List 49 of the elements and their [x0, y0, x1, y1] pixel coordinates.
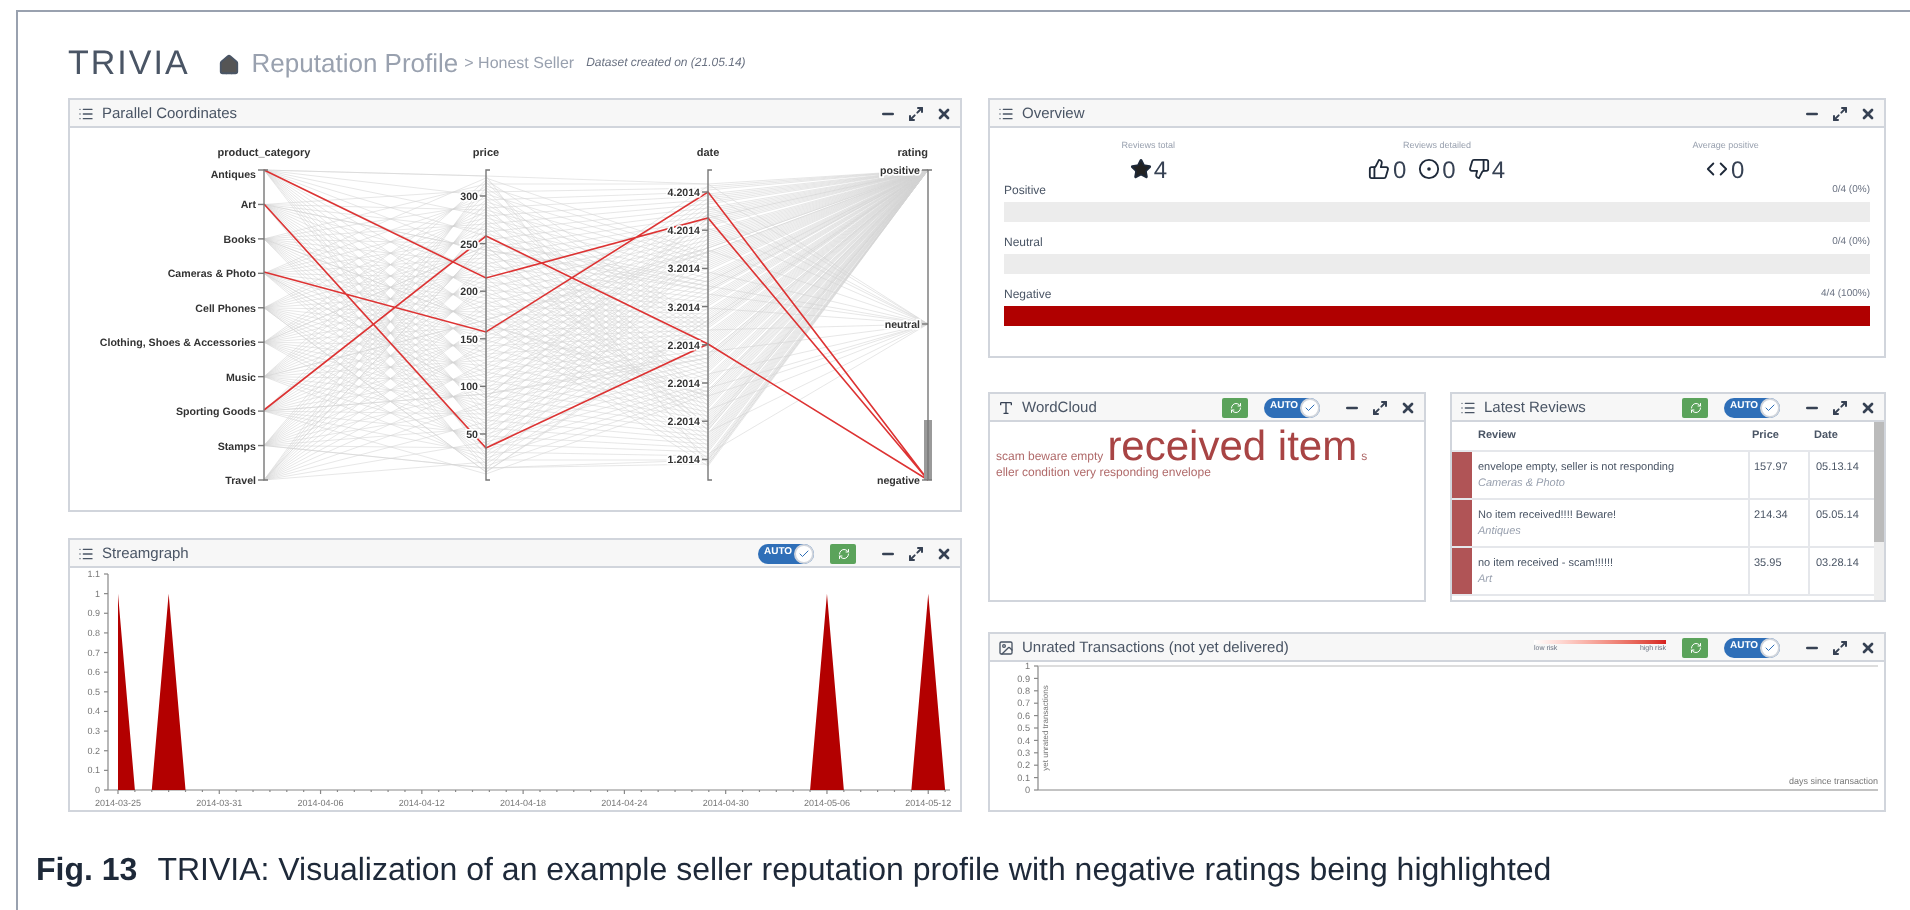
target-icon [1418, 158, 1441, 181]
check-icon [1764, 401, 1776, 413]
refresh-button[interactable] [1682, 397, 1708, 417]
list-icon [78, 105, 94, 121]
close-button[interactable] [1400, 399, 1416, 415]
home-icon[interactable] [217, 53, 240, 75]
check-icon [1764, 641, 1776, 653]
y-axis [1033, 665, 1039, 791]
expand-button[interactable] [908, 545, 924, 561]
stat-value: 0 [1392, 157, 1407, 182]
refresh-icon [1229, 401, 1241, 413]
star-icon [1129, 158, 1152, 181]
list-icon [1460, 399, 1476, 415]
refresh-button[interactable] [830, 543, 856, 563]
expand-button[interactable] [1832, 105, 1848, 121]
breadcrumb: > Honest Seller [464, 52, 575, 76]
text-icon [998, 399, 1014, 415]
close-button[interactable] [1860, 105, 1876, 121]
stat-value: 4 [1491, 157, 1506, 182]
expand-button[interactable] [1832, 639, 1848, 655]
stat-value: 0 [1730, 157, 1745, 182]
check-icon [798, 547, 810, 559]
code-icon [1706, 158, 1729, 181]
refresh-icon [1689, 641, 1701, 653]
cloud-word: received item [1107, 426, 1358, 468]
close-button[interactable] [936, 545, 952, 561]
figure-label: Fig. 13 [36, 852, 138, 892]
list-icon [998, 105, 1014, 121]
page-title: Reputation Profile [251, 46, 459, 83]
image-icon [998, 639, 1014, 655]
scrollbar-thumb[interactable] [1874, 422, 1884, 542]
thumbs-up-icon [1368, 158, 1391, 181]
check-icon [1304, 401, 1316, 413]
figure-caption: TRIVIA: Visualization of an example seller reputation profile with negative ratings being highlighted [157, 852, 1552, 892]
list-icon [78, 545, 94, 561]
refresh-icon [1689, 401, 1701, 413]
close-button[interactable] [1860, 639, 1876, 655]
expand-button[interactable] [908, 105, 924, 121]
close-button[interactable] [1860, 399, 1876, 415]
stat-value: 4 [1153, 157, 1167, 182]
refresh-button[interactable] [1222, 397, 1248, 417]
refresh-button[interactable] [1682, 637, 1708, 657]
close-button[interactable] [936, 105, 952, 121]
thumbs-down-icon [1467, 158, 1490, 181]
stat-value: 0 [1442, 157, 1456, 182]
expand-button[interactable] [1372, 399, 1388, 415]
refresh-icon [837, 547, 849, 559]
expand-button[interactable] [1832, 399, 1848, 415]
app-logo: TRIVIA [68, 42, 190, 87]
